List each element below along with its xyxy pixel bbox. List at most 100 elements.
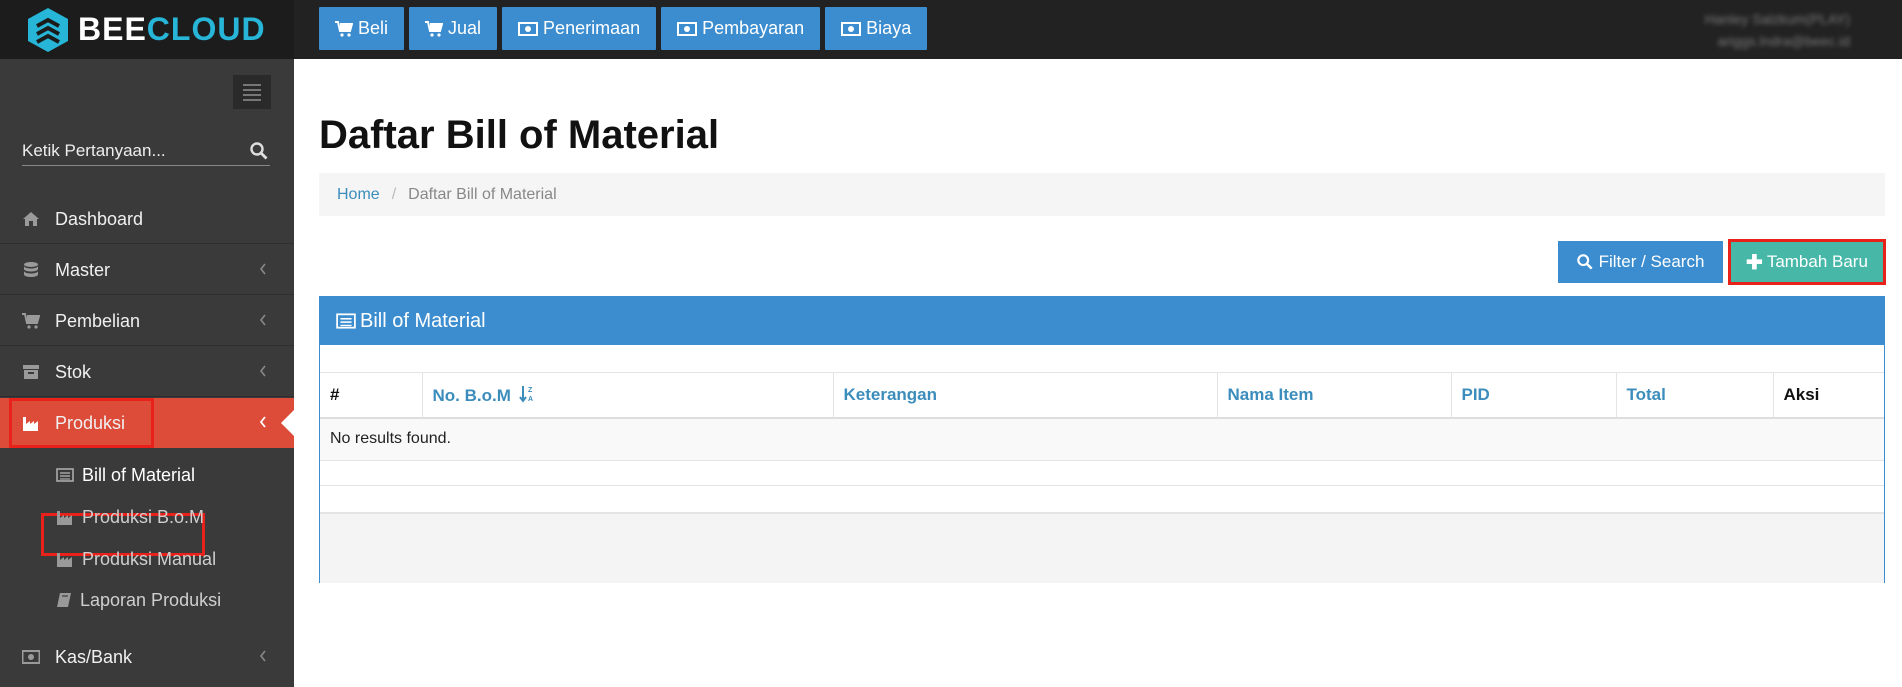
brand-logo[interactable]: BEECLOUD (0, 0, 294, 59)
sidebar-item-dashboard[interactable]: Dashboard (0, 194, 294, 244)
biaya-button[interactable]: Biaya (825, 7, 928, 50)
chevron-left-icon (259, 365, 266, 377)
biaya-label: Biaya (866, 18, 912, 38)
cart-icon (425, 20, 444, 37)
page-title: Daftar Bill of Material (319, 113, 720, 157)
filter-search-button[interactable]: Filter / Search (1558, 241, 1723, 283)
filter-search-label: Filter / Search (1598, 252, 1705, 271)
money-icon (518, 21, 539, 36)
bom-panel: Bill of Material # No. B.o.M ZA Keterang… (319, 296, 1885, 583)
sidebar-item-label: Kas/Bank (55, 647, 133, 667)
top-nav: Beli Jual Penerimaan Pembayaran Biaya (319, 7, 928, 50)
money-icon (22, 650, 40, 664)
brand-name-part2: CLOUD (146, 11, 266, 47)
factory-icon (57, 553, 72, 567)
sidebar-item-produksi[interactable]: Produksi (0, 398, 294, 448)
list-alt-icon (56, 468, 74, 482)
sort-alpha-desc-icon: ZA (518, 385, 533, 403)
jual-label: Jual (448, 18, 482, 38)
panel-title: Bill of Material (360, 309, 486, 332)
penerimaan-label: Penerimaan (543, 18, 641, 38)
home-icon (23, 212, 39, 226)
panel-header: Bill of Material (320, 297, 1884, 345)
column-header-aksi: Aksi (1773, 372, 1884, 419)
search-input[interactable] (22, 138, 232, 164)
jual-button[interactable]: Jual (409, 7, 498, 50)
sidebar-search (22, 138, 270, 166)
money-icon (841, 21, 862, 36)
sidebar-item-kas-bank[interactable]: Kas/Bank (0, 632, 294, 682)
top-bar: BEECLOUD Beli Jual Penerimaan Pembayaran… (0, 0, 1902, 59)
column-header-no-bom[interactable]: No. B.o.M ZA (422, 372, 834, 419)
column-header-label: No. B.o.M (432, 385, 511, 405)
database-icon (24, 262, 38, 277)
book-icon (57, 593, 71, 607)
sidebar-item-stok[interactable]: Stok (0, 347, 294, 397)
column-header-number: # (320, 372, 423, 419)
sidebar-item-label: Pembelian (55, 311, 141, 331)
beecloud-logo-icon (28, 7, 68, 52)
factory-icon (57, 511, 72, 525)
table-header-row: # No. B.o.M ZA Keterangan Nama Item PID … (320, 372, 1884, 419)
pembayaran-button[interactable]: Pembayaran (661, 7, 821, 50)
breadcrumb: Home / Daftar Bill of Material (319, 173, 1885, 216)
column-header-total[interactable]: Total (1616, 372, 1774, 419)
plus-icon: ✚ (1746, 251, 1763, 274)
breadcrumb-home-link[interactable]: Home (337, 186, 380, 204)
search-icon[interactable] (250, 142, 268, 160)
beli-button[interactable]: Beli (319, 7, 405, 50)
sidebar-item-label: Stok (55, 362, 92, 382)
user-email: ariggs.lndra@beec.id (1717, 33, 1850, 49)
bom-table: # No. B.o.M ZA Keterangan Nama Item PID … (320, 372, 1884, 461)
svg-text:Z: Z (528, 387, 533, 394)
brand-name-part1: BEE (78, 11, 147, 47)
panel-footer (320, 513, 1884, 583)
user-name: Hanley Salzkum(PLAY) (1704, 11, 1850, 27)
sidebar: Dashboard Master Pembelian Stok Produksi… (0, 59, 294, 687)
submenu-item-label: Laporan Produksi (80, 589, 222, 610)
table-row: No results found. (320, 417, 1884, 461)
brand-name: BEECLOUD (78, 11, 266, 48)
sidebar-item-master[interactable]: Master (0, 245, 294, 295)
tambah-baru-button[interactable]: ✚ Tambah Baru (1728, 239, 1886, 285)
money-icon (677, 21, 698, 36)
sidebar-item-label: Produksi (55, 413, 126, 433)
submenu-item-laporan-produksi[interactable]: Laporan Produksi (56, 585, 221, 615)
chevron-left-icon (259, 263, 266, 275)
beli-label: Beli (358, 18, 389, 38)
chevron-left-icon (259, 416, 266, 428)
column-header-nama-item[interactable]: Nama Item (1217, 372, 1452, 419)
sidebar-item-pembelian[interactable]: Pembelian (0, 296, 294, 346)
user-info[interactable]: Hanley Salzkum(PLAY) ariggs.lndra@beec.i… (1705, 8, 1850, 52)
empty-results-message: No results found. (320, 417, 1884, 461)
chevron-left-icon (259, 650, 266, 662)
table-spacer-row (320, 459, 1884, 486)
submenu-item-label: Produksi Manual (82, 548, 217, 569)
archive-icon (23, 365, 39, 379)
submenu-item-produksi-bom[interactable]: Produksi B.o.M (56, 502, 204, 532)
sidebar-item-label: Dashboard (55, 209, 144, 229)
pembayaran-label: Pembayaran (702, 18, 805, 38)
active-pointer (281, 410, 294, 436)
table-spacer-row (320, 486, 1884, 513)
submenu-item-bill-of-material[interactable]: Bill of Material (56, 460, 195, 490)
factory-icon (23, 417, 38, 431)
breadcrumb-current: Daftar Bill of Material (408, 185, 557, 203)
cart-icon (22, 313, 40, 329)
breadcrumb-separator: / (391, 185, 397, 203)
column-header-keterangan[interactable]: Keterangan (833, 372, 1218, 419)
penerimaan-button[interactable]: Penerimaan (502, 7, 657, 50)
svg-text:A: A (528, 396, 533, 403)
submenu-item-label: Produksi B.o.M (82, 506, 205, 527)
cart-icon (335, 20, 353, 37)
sidebar-item-label: Master (55, 260, 111, 280)
list-alt-icon (336, 313, 356, 329)
column-header-pid[interactable]: PID (1451, 372, 1617, 419)
search-icon (1576, 254, 1593, 270)
tambah-baru-label: Tambah Baru (1766, 252, 1868, 271)
sidebar-toggle-button[interactable] (233, 75, 271, 109)
chevron-left-icon (259, 314, 266, 326)
bom-table-wrapper: # No. B.o.M ZA Keterangan Nama Item PID … (320, 372, 1884, 461)
submenu-item-produksi-manual[interactable]: Produksi Manual (56, 544, 216, 574)
submenu-item-label: Bill of Material (82, 464, 196, 485)
